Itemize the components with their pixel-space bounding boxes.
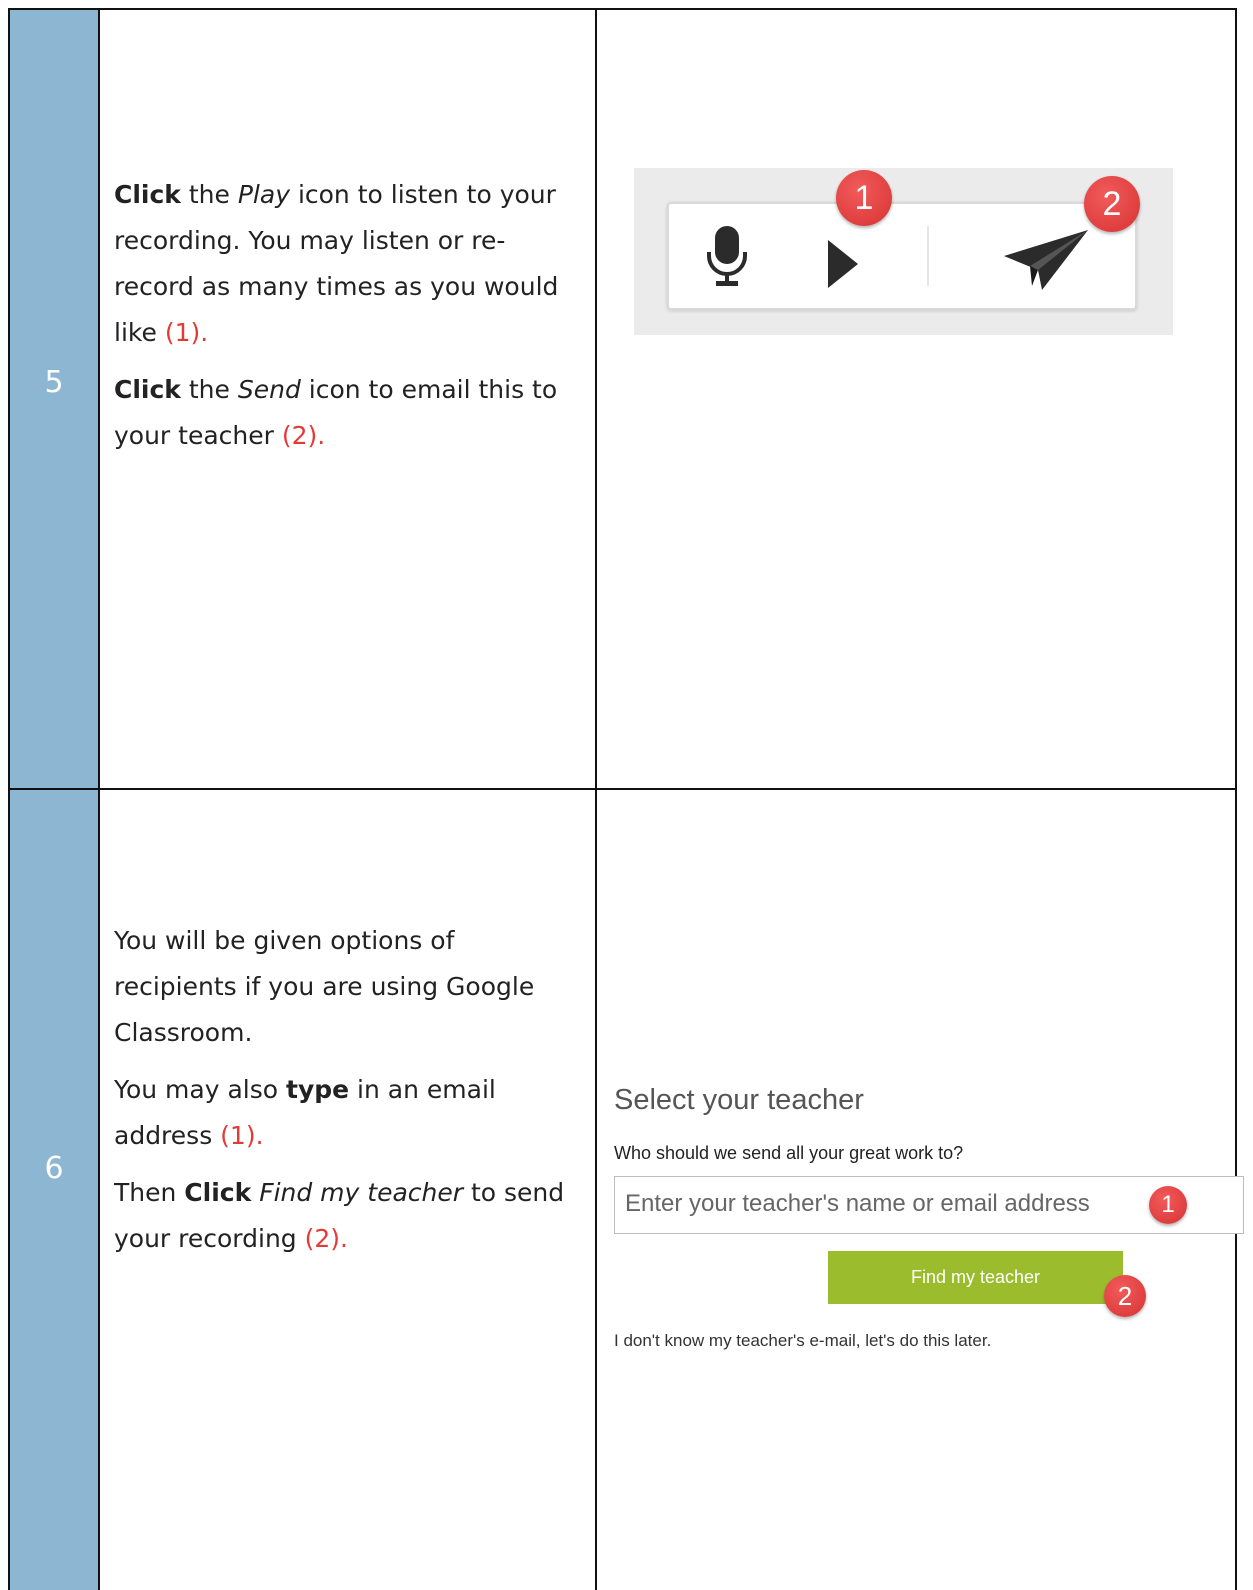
step-number-cell: 6 [10, 790, 100, 1590]
form-title: Select your teacher [614, 1084, 864, 1116]
step-row-6: 6 You will be given options of recipient… [8, 788, 1244, 1590]
instruction-text: type [286, 1075, 350, 1104]
microphone-icon[interactable] [705, 224, 749, 294]
toolbar-divider [927, 226, 929, 286]
annotation-reference: (1). [220, 1121, 264, 1150]
step-instructions: You will be given options of recipients … [114, 918, 569, 1273]
instruction-text: Find my teacher [259, 1178, 464, 1207]
instruction-paragraph: Click the Send icon to email this to you… [114, 367, 569, 459]
annotation-badge-2: 2 [1104, 1275, 1146, 1317]
play-icon[interactable] [826, 238, 860, 294]
instruction-text: the [180, 180, 238, 209]
instruction-text: Click [184, 1178, 252, 1207]
instruction-text: Click [114, 375, 181, 404]
annotation-reference: (2). [304, 1224, 348, 1253]
instruction-paragraph: You may also type in an email address (1… [114, 1067, 569, 1159]
recorder-toolbar [667, 202, 1137, 310]
send-paper-plane-icon[interactable] [1002, 226, 1090, 296]
instruction-paragraph: Click the Play icon to listen to your re… [114, 172, 569, 356]
instruction-text: Then [114, 1178, 185, 1207]
do-this-later-link[interactable]: I don't know my teacher's e-mail, let's … [614, 1331, 991, 1351]
teacher-search-input[interactable] [615, 1177, 1135, 1231]
annotation-badge-1: 1 [836, 170, 892, 226]
instruction-text: You may also [114, 1075, 286, 1104]
instruction-paragraph: You will be given options of recipients … [114, 918, 569, 1056]
annotation-reference: (1). [164, 318, 209, 347]
step-screenshot-cell: 1 2 [597, 10, 1235, 788]
step-instructions: Click the Play icon to listen to your re… [114, 172, 569, 470]
instruction-text: Click [114, 180, 181, 209]
step-instructions-cell: You will be given options of recipients … [100, 790, 597, 1590]
annotation-badge-1: 1 [1149, 1186, 1187, 1224]
instruction-text: Send [237, 375, 301, 404]
instruction-text [251, 1178, 259, 1207]
annotation-reference: (2). [281, 421, 326, 450]
step-number: 5 [44, 365, 64, 400]
step-number-cell: 5 [10, 10, 100, 788]
instruction-text: You will be given options of recipients … [114, 926, 535, 1047]
form-question: Who should we send all your great work t… [614, 1143, 964, 1163]
step-instructions-cell: Click the Play icon to listen to your re… [100, 10, 597, 788]
instruction-text: the [180, 375, 238, 404]
recorder-toolbar-screenshot: 1 2 [634, 168, 1173, 335]
instruction-text: Play [237, 180, 290, 209]
step-screenshot-cell: Select your teacher Who should we send a… [597, 790, 1244, 1590]
instruction-paragraph: Then Click Find my teacher to send your … [114, 1170, 569, 1262]
step-row-5: 5 Click the Play icon to listen to your … [8, 8, 1237, 790]
find-my-teacher-button[interactable]: Find my teacher [828, 1251, 1123, 1304]
step-number: 6 [44, 1151, 64, 1186]
annotation-badge-2: 2 [1084, 176, 1140, 232]
